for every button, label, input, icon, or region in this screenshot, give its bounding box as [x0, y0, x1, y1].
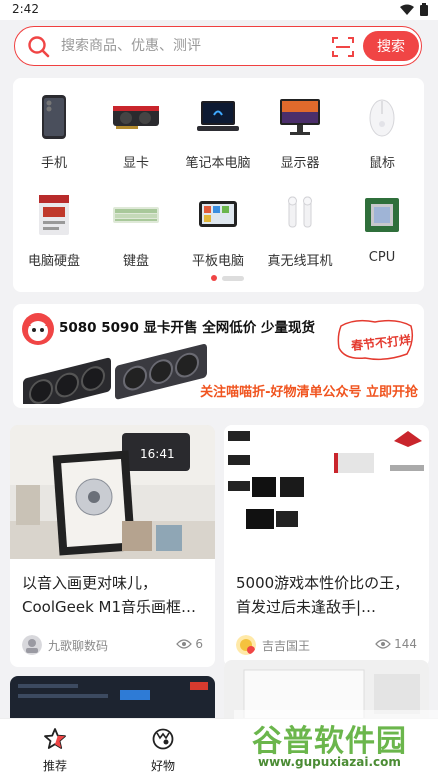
- category-label: 鼠标: [368, 156, 395, 171]
- category-label: 键盘: [122, 254, 149, 269]
- category-label: 平板电脑: [191, 254, 244, 269]
- search-icon: [28, 36, 50, 58]
- category-gpu[interactable]: 显卡: [95, 90, 177, 180]
- category-grid: 手机 显卡 笔记本电脑 显示器 鼠标 电脑硬盘 键盘 平板电脑 真无线耳机 CP…: [13, 90, 424, 278]
- view-count: 144: [375, 637, 417, 651]
- card-title: 5000游戏本性价比の王，首发过后未逢敌手|…: [236, 574, 410, 616]
- card-author[interactable]: 吉吉国王: [236, 635, 310, 655]
- category-hdd[interactable]: 电脑硬盘: [13, 188, 95, 278]
- tablet-icon: [194, 192, 242, 238]
- card-image: 16:41: [10, 425, 215, 559]
- phone-icon: [30, 94, 78, 140]
- laptop-icon: [194, 94, 242, 140]
- category-label: 手机: [40, 156, 67, 171]
- watermark-text: 谷普软件园: [252, 724, 407, 759]
- avatar: [22, 635, 42, 655]
- nav-label: 推荐: [42, 759, 67, 773]
- cpu-icon: [358, 192, 406, 238]
- category-keyboard[interactable]: 键盘: [95, 188, 177, 278]
- view-count: 6: [176, 637, 203, 651]
- promo-banner[interactable]: 5080 5090 显卡开售 全网低价 少量现货 春节不打烊 关注喵喵折-好物清…: [13, 304, 424, 408]
- category-label: 真无线耳机: [267, 254, 333, 269]
- category-label: 电脑硬盘: [27, 254, 80, 269]
- pager-dot: [222, 275, 244, 281]
- search-bar: 搜索: [14, 26, 422, 66]
- card-title: 以音入画更对味儿，CoolGeek M1音乐画框…: [22, 574, 197, 616]
- search-input[interactable]: [61, 36, 311, 56]
- status-time: 2:42: [12, 2, 39, 16]
- feed-card[interactable]: 5000游戏本性价比の王，首发过后未逢敌手|… 吉吉国王 144: [224, 425, 429, 667]
- hdd-icon: [30, 192, 78, 238]
- eye-icon: [176, 639, 193, 649]
- category-monitor[interactable]: 显示器: [259, 90, 341, 180]
- earbuds-icon: [276, 192, 324, 238]
- category-phone[interactable]: 手机: [13, 90, 95, 180]
- view-count-value: 144: [394, 637, 417, 651]
- card-author[interactable]: 九歌聊数码: [22, 635, 108, 655]
- category-cpu[interactable]: CPU: [341, 188, 423, 278]
- category-panel: 手机 显卡 笔记本电脑 显示器 鼠标 电脑硬盘 键盘 平板电脑 真无线耳机 CP…: [13, 78, 424, 292]
- status-icons: [400, 3, 428, 16]
- monitor-icon: [276, 94, 324, 140]
- banner-title: 5080 5090 显卡开售 全网低价 少量现货: [59, 320, 315, 336]
- nav-label: 好物: [150, 759, 175, 773]
- pager-dot-active: [211, 275, 217, 281]
- nav-recommend[interactable]: 推荐: [25, 727, 85, 774]
- gpu-icon: [112, 94, 160, 140]
- battery-icon: [420, 3, 428, 16]
- banner-cta: 关注喵喵折-好物清单公众号 立即开抢: [200, 385, 418, 400]
- keyboard-icon: [112, 192, 160, 238]
- category-label: 显卡: [122, 156, 149, 171]
- category-label: CPU: [368, 250, 396, 265]
- mouse-icon: [358, 94, 406, 140]
- author-name: 吉吉国王: [262, 638, 311, 653]
- category-earbuds[interactable]: 真无线耳机: [259, 188, 341, 278]
- author-name: 九歌聊数码: [48, 638, 109, 653]
- search-button[interactable]: 搜索: [363, 31, 419, 61]
- status-bar: 2:42: [0, 0, 438, 20]
- wifi-icon: [400, 4, 414, 15]
- goods-icon: [152, 728, 174, 750]
- category-label: 笔记本电脑: [185, 156, 251, 171]
- eye-icon: [375, 639, 391, 649]
- watermark-url: www.gupuxiazai.com: [258, 755, 401, 769]
- gpu-image: [23, 344, 207, 404]
- category-tablet[interactable]: 平板电脑: [177, 188, 259, 278]
- view-count-value: 6: [195, 637, 203, 651]
- category-pager: [211, 275, 244, 281]
- avatar: [236, 635, 256, 655]
- card-image: [224, 425, 429, 559]
- category-mouse[interactable]: 鼠标: [341, 90, 423, 180]
- svg-text:16:41: 16:41: [140, 447, 175, 461]
- star-icon: [44, 728, 66, 749]
- category-label: 显示器: [280, 156, 320, 171]
- scan-icon[interactable]: [332, 36, 354, 58]
- category-laptop[interactable]: 笔记本电脑: [177, 90, 259, 180]
- feed-card[interactable]: 16:41 以音入画更对味儿，CoolGeek M1音乐画框… 九歌聊数码 6: [10, 425, 215, 667]
- nav-goods[interactable]: 好物: [133, 727, 193, 774]
